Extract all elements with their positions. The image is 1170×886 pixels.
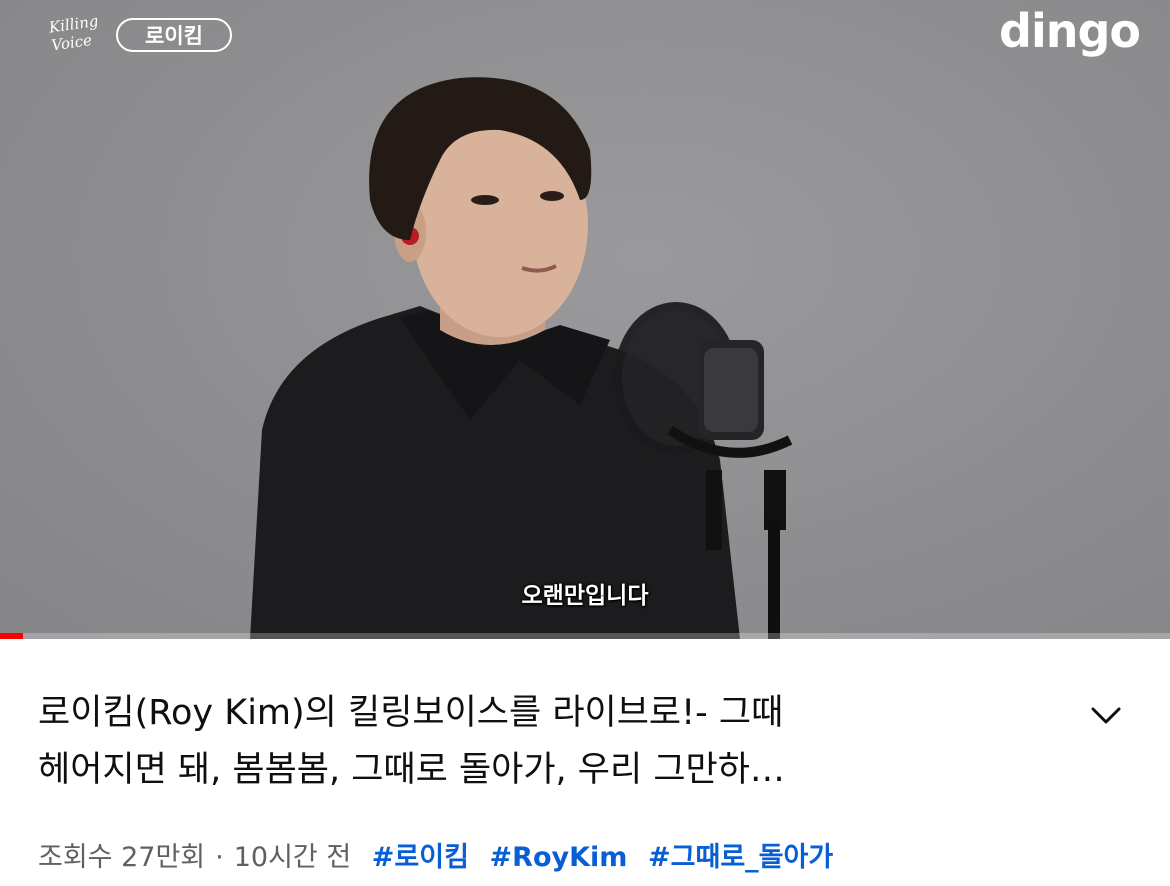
video-caption: 오랜만입니다 — [521, 583, 649, 609]
hashtag-back-to-then[interactable]: #그때로_돌아가 — [648, 835, 833, 874]
view-count: 조회수 27만회 — [38, 842, 206, 873]
hashtag-roykim[interactable]: #RoyKim — [490, 842, 628, 873]
channel-logo: Killing Voice 로이킴 — [46, 12, 236, 56]
upload-time: 10시간 전 — [233, 842, 352, 873]
video-frame-illustration — [250, 77, 793, 639]
dingo-logo: dingo — [999, 4, 1141, 58]
video-player[interactable]: Killing Voice 로이킴 dingo 오랜만입니다 — [0, 0, 1170, 639]
chevron-down-icon[interactable] — [1088, 701, 1124, 729]
meta-separator: · — [215, 842, 224, 873]
video-meta: 조회수 27만회 · 10시간 전 #로이킴 #RoyKim #그때로_돌아가 — [38, 835, 833, 874]
killing-voice-pill: 로이킴 — [116, 18, 232, 52]
video-title[interactable]: 로이킴(Roy Kim)의 킬링보이스를 라이브로!- 그때 헤어지면 돼, 봄… — [38, 685, 1038, 799]
hashtag-royk-korean[interactable]: #로이킴 — [372, 835, 469, 874]
video-title-line-2: 헤어지면 돼, 봄봄봄, 그때로 돌아가, 우리 그만하… — [38, 750, 785, 790]
killing-voice-script: Killing Voice — [47, 11, 100, 55]
video-title-line-1: 로이킴(Roy Kim)의 킬링보이스를 라이브로!- 그때 — [38, 693, 784, 733]
video-info-panel: 로이킴(Roy Kim)의 킬링보이스를 라이브로!- 그때 헤어지면 돼, 봄… — [0, 639, 1170, 886]
